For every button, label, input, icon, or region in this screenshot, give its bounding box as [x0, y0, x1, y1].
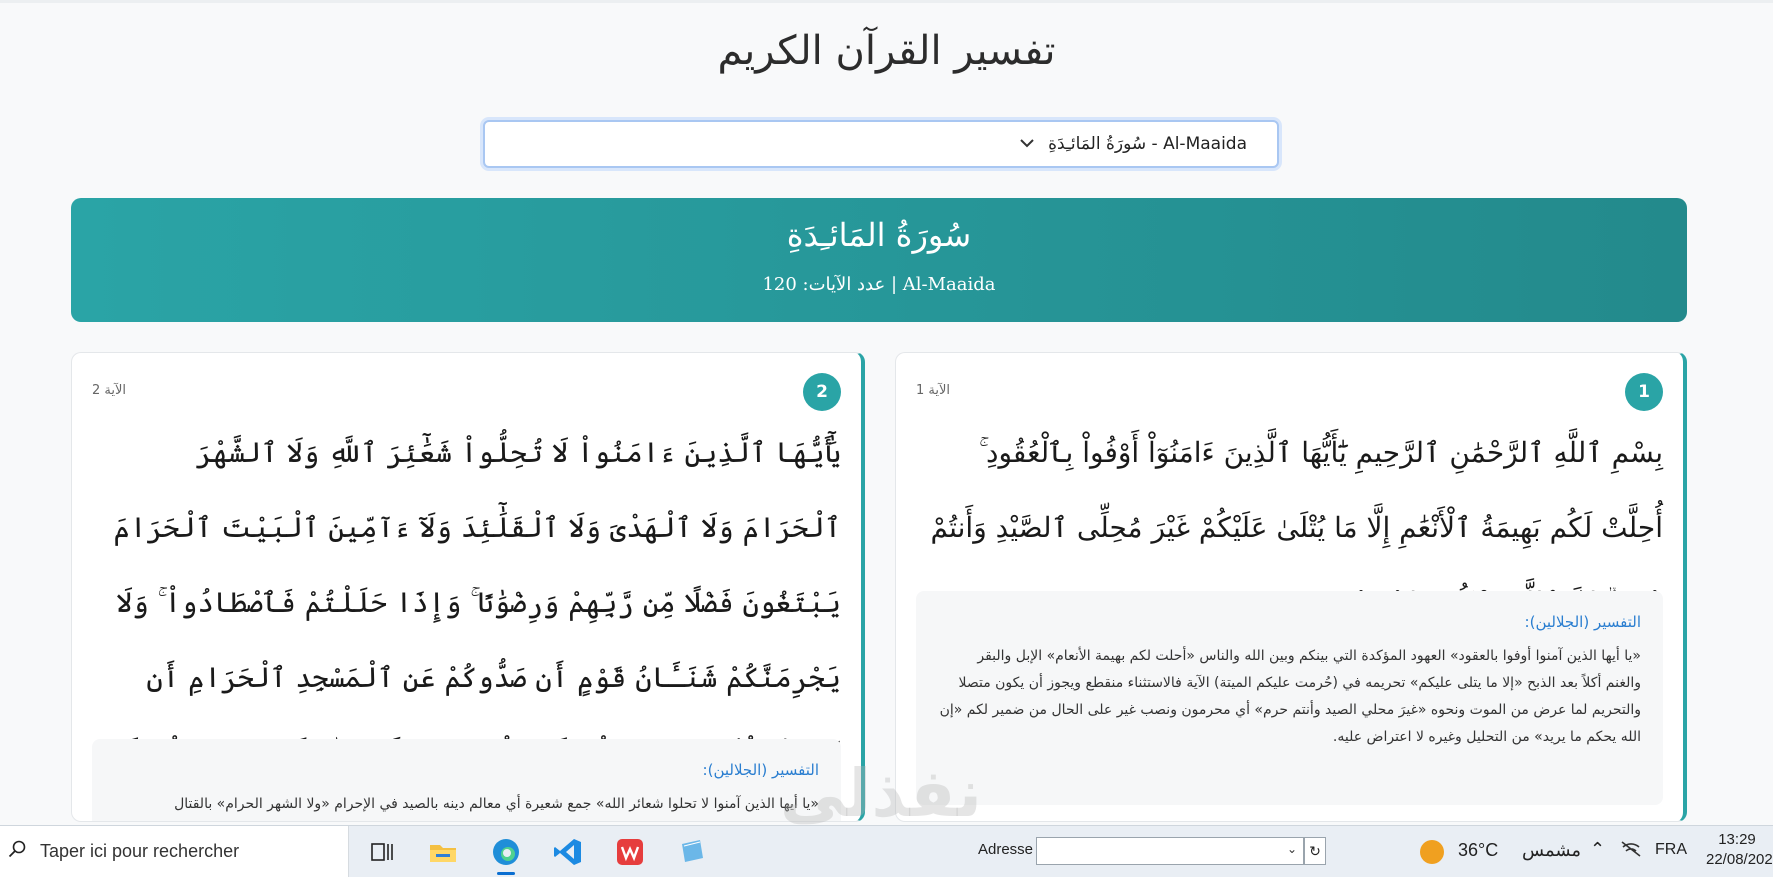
- chevron-down-icon[interactable]: ⌄: [1287, 842, 1297, 856]
- chevron-up-icon[interactable]: ⌃: [1590, 839, 1605, 860]
- notepad-icon[interactable]: [676, 836, 708, 868]
- search-placeholder: Taper ici pour rechercher: [40, 841, 240, 861]
- ayah-label: الآية 2: [92, 383, 127, 398]
- surah-name: سُورَةُ المَائـِدَةِ: [786, 216, 972, 254]
- tafsir-heading: التفسير (الجلالين):: [1524, 613, 1641, 631]
- ayah-number-badge: 2: [803, 373, 841, 411]
- top-border: [0, 0, 1773, 3]
- tafsir-heading: التفسير (الجلالين):: [702, 761, 819, 779]
- taskbar: Taper ici pour rechercher Adresse ⌄ ↻ 36…: [0, 825, 1773, 877]
- surah-select[interactable]: Al-Maaida - سُورَةُ المَائـِدَةِ: [483, 120, 1279, 168]
- file-explorer-icon[interactable]: [427, 836, 459, 868]
- edge-browser-icon[interactable]: [490, 836, 522, 868]
- active-indicator: [497, 872, 515, 875]
- surah-subtitle: Al-Maaida | عدد الآيات: 120: [762, 274, 996, 295]
- ayah-label: الآية 1: [916, 383, 951, 398]
- wps-office-icon[interactable]: [614, 836, 646, 868]
- ayah-card-1: 1 الآية 1 بِسْمِ ٱللَّهِ ٱلرَّحْمَٰنِ ٱل…: [895, 352, 1687, 822]
- taskbar-search[interactable]: Taper ici pour rechercher: [0, 826, 349, 877]
- refresh-icon[interactable]: ↻: [1304, 837, 1326, 865]
- ayah-card-2: 2 الآية 2 يَٰٓأَيُّهَا ٱلَّذِينَ ءَامَنُ…: [71, 352, 865, 822]
- vscode-icon[interactable]: [552, 836, 584, 868]
- language-indicator[interactable]: FRA: [1655, 841, 1687, 859]
- clock-date: 22/08/2026: [1706, 851, 1773, 868]
- task-view-icon[interactable]: [366, 836, 398, 868]
- address-input[interactable]: ⌄: [1036, 837, 1304, 865]
- surah-select-value: Al-Maaida - سُورَةُ المَائـِدَةِ: [1048, 134, 1247, 154]
- chevron-down-icon: [1020, 136, 1034, 152]
- sun-icon[interactable]: [1420, 840, 1444, 864]
- weather-condition[interactable]: مشمس: [1522, 840, 1581, 861]
- page-title: تفسير القرآن الكريم: [717, 28, 1056, 74]
- clock-time: 13:29: [1718, 831, 1756, 848]
- weather-temperature[interactable]: 36°C: [1458, 840, 1498, 861]
- ayah-number-badge: 1: [1625, 373, 1663, 411]
- address-label: Adresse: [978, 841, 1034, 858]
- surah-banner: سُورَةُ المَائـِدَةِ Al-Maaida | عدد الآ…: [71, 198, 1687, 322]
- tafsir-text: «يا أيها الذين آمنوا لا تحلوا شعائر الله…: [174, 796, 819, 812]
- tafsir-text: «يا أيها الذين آمنوا أوفوا بالعقود» العه…: [939, 648, 1641, 745]
- search-icon: [8, 840, 26, 858]
- tafsir-box: التفسير (الجلالين): «يا أيها الذين آمنوا…: [92, 739, 841, 821]
- network-icon[interactable]: [1620, 838, 1642, 863]
- tafsir-box: التفسير (الجلالين): «يا أيها الذين آمنوا…: [916, 591, 1663, 805]
- clock[interactable]: 13:29 22/08/2026: [1706, 830, 1773, 870]
